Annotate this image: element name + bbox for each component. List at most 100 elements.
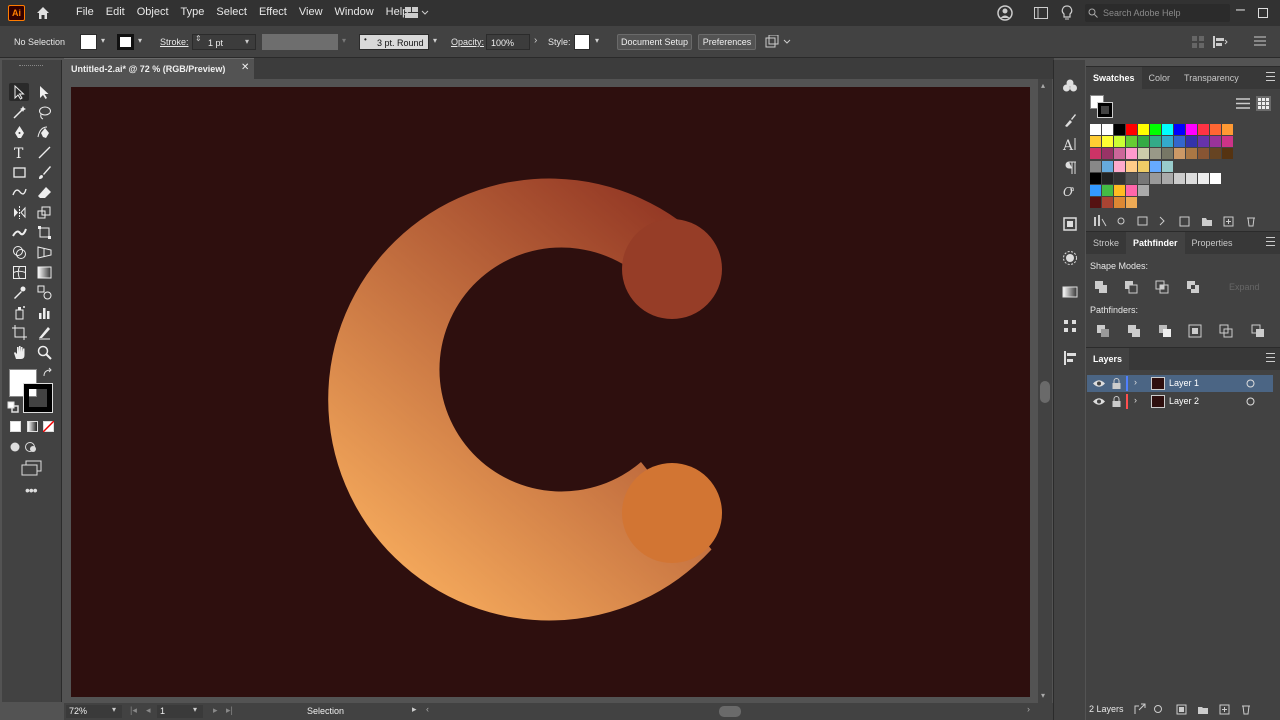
edit-toolbar-button[interactable]: ••• (25, 482, 38, 498)
first-artboard-button[interactable]: |◂ (130, 705, 137, 716)
color-swatch[interactable] (1150, 124, 1161, 135)
brushes-icon[interactable] (1062, 112, 1078, 128)
color-swatch[interactable] (1126, 172, 1137, 184)
color-swatch[interactable] (1126, 124, 1137, 135)
default-fill-stroke-icon[interactable] (7, 401, 19, 413)
selection-tool[interactable] (9, 83, 29, 101)
ring-end-knob[interactable] (622, 463, 722, 563)
color-swatch[interactable] (1210, 124, 1221, 135)
align-panel-icon[interactable] (1062, 318, 1078, 334)
opacity-arrow-icon[interactable]: › (534, 35, 537, 46)
ring-top-cap[interactable] (622, 219, 722, 319)
layer-row[interactable]: › Layer 2 (1087, 393, 1273, 410)
fill-dropdown-icon[interactable]: ▾ (101, 36, 105, 45)
character-icon[interactable]: A (1062, 136, 1078, 152)
transform-panel-icon[interactable] (1062, 350, 1078, 366)
next-artboard-button[interactable]: ▸ (213, 705, 218, 716)
eraser-tool[interactable] (34, 183, 54, 201)
lasso-tool[interactable] (34, 103, 54, 121)
scale-tool[interactable] (34, 203, 54, 221)
gradient-panel-icon[interactable] (1062, 284, 1078, 300)
scroll-right-icon[interactable]: › (1027, 704, 1030, 714)
zoom-field[interactable]: 72% ▾ (66, 705, 122, 718)
discover-lightbulb-icon[interactable] (1061, 5, 1073, 21)
control-bar-menu-icon[interactable] (1254, 36, 1266, 46)
tab-transparency[interactable]: Transparency (1177, 67, 1246, 89)
graphic-style-swatch[interactable] (574, 34, 590, 50)
exclude-icon[interactable] (1186, 280, 1200, 294)
list-view-icon[interactable] (1236, 97, 1250, 110)
color-swatch[interactable] (1174, 172, 1185, 184)
color-swatch[interactable] (1150, 148, 1161, 160)
color-swatch[interactable] (1138, 148, 1149, 160)
profile-dropdown-icon[interactable]: ▾ (342, 36, 346, 45)
color-swatch[interactable] (1210, 136, 1221, 148)
swatches-stroke-indicator[interactable] (1097, 102, 1113, 118)
tab-layers[interactable]: Layers (1086, 348, 1130, 370)
color-swatch[interactable] (1114, 172, 1125, 184)
menu-window[interactable]: Window (329, 6, 380, 18)
expand-layer-icon[interactable]: › (1134, 377, 1137, 387)
color-swatch[interactable] (1138, 172, 1149, 184)
vertical-scrollbar[interactable]: ▴ ▾ (1038, 79, 1052, 703)
draw-mode-icon[interactable] (9, 440, 39, 454)
visibility-eye-icon[interactable] (1093, 379, 1105, 388)
color-swatch[interactable] (1090, 160, 1101, 172)
opentype-icon[interactable]: Oa (1062, 182, 1078, 198)
color-swatch[interactable] (1150, 136, 1161, 148)
menu-view[interactable]: View (293, 6, 329, 18)
color-swatch[interactable] (1150, 172, 1161, 184)
stroke-swatch[interactable] (117, 34, 134, 50)
paragraph-icon[interactable] (1062, 160, 1078, 176)
color-swatch[interactable] (1186, 148, 1197, 160)
color-swatch[interactable] (1162, 172, 1173, 184)
color-swatch[interactable] (1174, 148, 1185, 160)
color-swatch[interactable] (1090, 124, 1101, 135)
user-icon[interactable] (997, 5, 1013, 21)
thumbnail-view-icon[interactable] (1256, 96, 1271, 111)
document-setup-button[interactable]: Document Setup (617, 34, 692, 50)
layers-footer-icons[interactable] (1134, 703, 1274, 715)
style-dropdown-icon[interactable]: ▾ (595, 36, 599, 45)
gradient-tool[interactable] (34, 263, 54, 281)
stroke-weight-field[interactable]: ⇕ 1 pt ▾ (192, 34, 256, 50)
layers-panel-menu-icon[interactable] (1266, 353, 1275, 362)
color-swatch[interactable] (1090, 148, 1101, 160)
color-swatch[interactable] (1114, 160, 1125, 172)
search-field[interactable]: Search Adobe Help (1085, 4, 1230, 22)
opacity-field[interactable]: 100% (486, 34, 530, 50)
color-swatch[interactable] (1174, 124, 1185, 135)
workspace-icon[interactable] (1034, 7, 1048, 19)
swatches-panel-menu-icon[interactable] (1266, 72, 1275, 81)
color-swatch[interactable] (1174, 136, 1185, 148)
none-mode-button[interactable] (43, 421, 54, 432)
unite-icon[interactable] (1094, 280, 1108, 294)
color-swatch[interactable] (1138, 185, 1149, 196)
color-swatch[interactable] (1222, 124, 1233, 135)
previous-artboard-button[interactable]: ◂ (146, 705, 151, 716)
align-icon[interactable] (1192, 36, 1204, 48)
layer-row[interactable]: › Layer 1 (1087, 375, 1273, 392)
gradient-mode-button[interactable] (27, 421, 38, 432)
artboard-dropdown-icon[interactable]: ▾ (193, 705, 197, 714)
trim-icon[interactable] (1127, 324, 1141, 338)
minimize-button[interactable]: – (1236, 1, 1245, 19)
target-icon[interactable] (1246, 379, 1255, 388)
color-mode-button[interactable] (10, 421, 21, 432)
close-document-button[interactable]: ✕ (241, 62, 249, 73)
color-swatch[interactable] (1198, 124, 1209, 135)
color-swatch[interactable] (1126, 148, 1137, 160)
color-swatch[interactable] (1138, 124, 1149, 135)
color-swatch[interactable] (1138, 136, 1149, 148)
free-transform-tool[interactable] (34, 223, 54, 241)
variable-width-profile[interactable] (262, 34, 338, 50)
color-swatch[interactable] (1186, 136, 1197, 148)
appearance-icon[interactable] (1062, 250, 1078, 266)
hand-tool[interactable] (9, 343, 29, 361)
vertical-scroll-thumb[interactable] (1040, 381, 1050, 403)
color-swatch[interactable] (1114, 124, 1125, 135)
rotate-tool[interactable] (9, 203, 29, 221)
menu-type[interactable]: Type (175, 6, 211, 18)
tab-stroke[interactable]: Stroke (1086, 232, 1126, 254)
tab-color[interactable]: Color (1142, 67, 1178, 89)
